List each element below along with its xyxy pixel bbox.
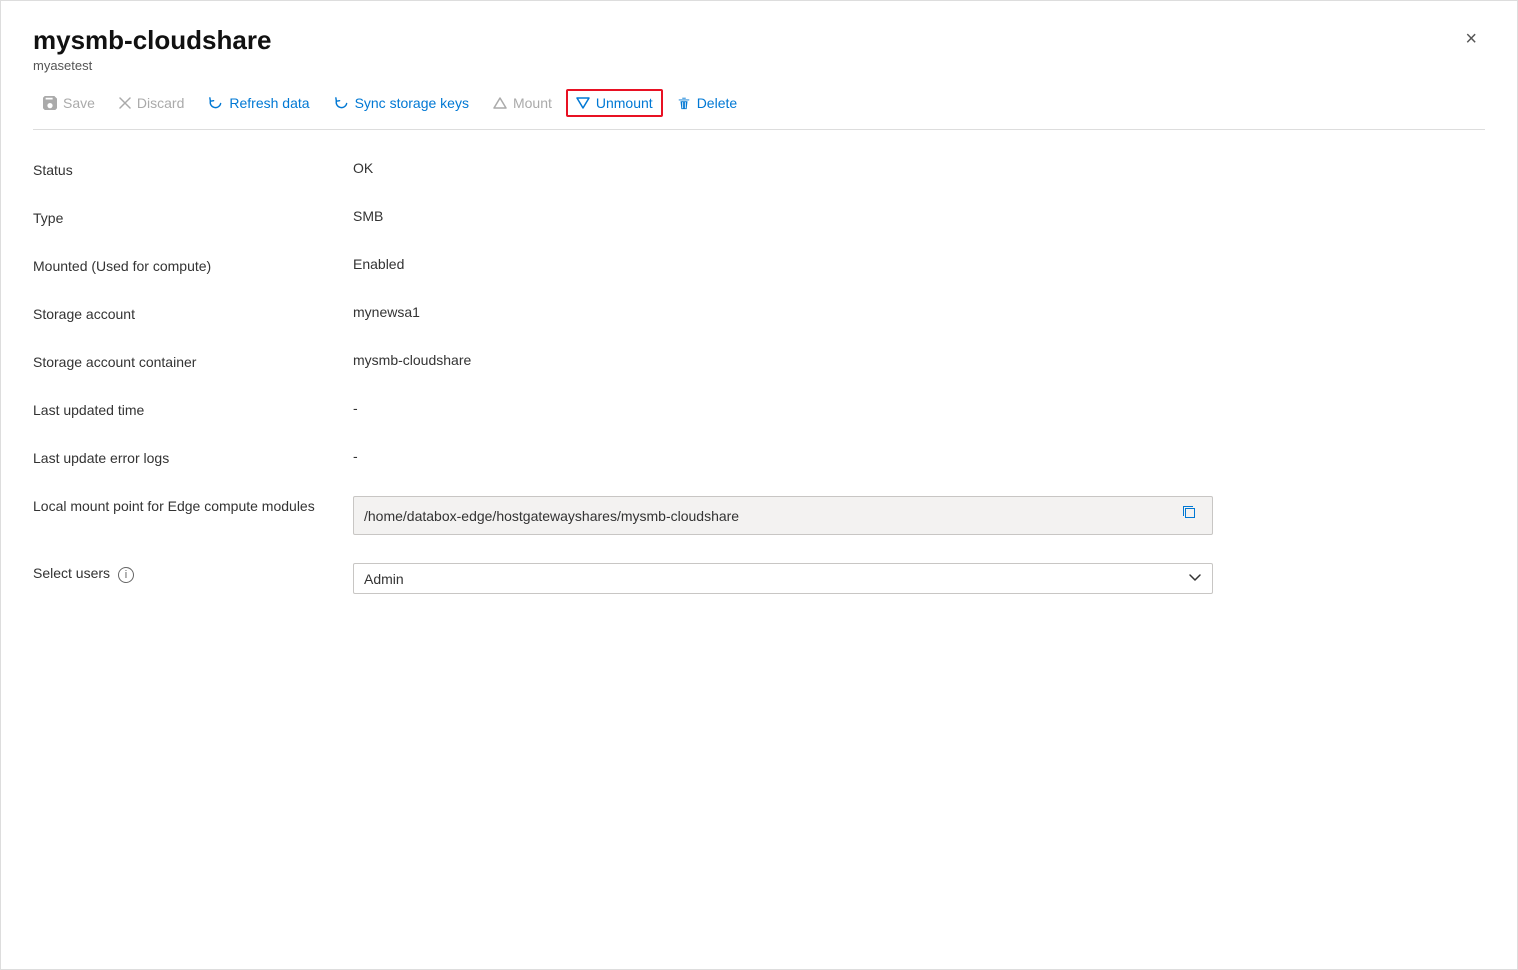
save-icon bbox=[43, 96, 57, 110]
field-row-5: Last updated time- bbox=[33, 386, 1485, 434]
field-label-8: Select users i bbox=[33, 563, 353, 583]
info-icon-8[interactable]: i bbox=[118, 567, 134, 583]
sync-button[interactable]: Sync storage keys bbox=[324, 89, 479, 117]
field-label-7: Local mount point for Edge compute modul… bbox=[33, 496, 353, 514]
delete-button[interactable]: Delete bbox=[667, 89, 747, 117]
discard-label: Discard bbox=[137, 95, 184, 111]
refresh-button[interactable]: Refresh data bbox=[198, 89, 319, 117]
field-label-3: Storage account bbox=[33, 304, 353, 322]
sync-label: Sync storage keys bbox=[355, 95, 469, 111]
unmount-button[interactable]: Unmount bbox=[566, 89, 663, 117]
field-row-4: Storage account containermysmb-cloudshar… bbox=[33, 338, 1485, 386]
field-row-2: Mounted (Used for compute)Enabled bbox=[33, 242, 1485, 290]
toolbar: Save Discard Refresh data Sync storage k… bbox=[33, 77, 1485, 130]
mount-button[interactable]: Mount bbox=[483, 89, 562, 117]
content-area: StatusOKTypeSMBMounted (Used for compute… bbox=[33, 130, 1485, 624]
copy-button-7[interactable] bbox=[1178, 503, 1202, 528]
unmount-icon bbox=[576, 96, 590, 110]
panel-title: mysmb-cloudshare bbox=[33, 25, 271, 56]
field-value-6: - bbox=[353, 448, 1485, 464]
mount-icon bbox=[493, 96, 507, 110]
refresh-label: Refresh data bbox=[229, 95, 309, 111]
field-row-3: Storage accountmynewsa1 bbox=[33, 290, 1485, 338]
field-row-1: TypeSMB bbox=[33, 194, 1485, 242]
field-value-8[interactable]: Admin bbox=[353, 563, 1485, 594]
field-value-7: /home/databox-edge/hostgatewayshares/mys… bbox=[353, 496, 1485, 535]
main-panel: mysmb-cloudshare myasetest × Save Discar… bbox=[0, 0, 1518, 970]
field-value-4: mysmb-cloudshare bbox=[353, 352, 1485, 368]
field-label-5: Last updated time bbox=[33, 400, 353, 418]
title-group: mysmb-cloudshare myasetest bbox=[33, 25, 271, 73]
unmount-label: Unmount bbox=[596, 95, 653, 111]
discard-button[interactable]: Discard bbox=[109, 89, 194, 117]
field-value-5: - bbox=[353, 400, 1485, 416]
field-label-0: Status bbox=[33, 160, 353, 178]
delete-icon bbox=[677, 96, 691, 110]
chevron-down-icon bbox=[1188, 570, 1202, 587]
sync-icon bbox=[334, 96, 349, 111]
close-icon: × bbox=[1465, 28, 1477, 50]
field-value-1: SMB bbox=[353, 208, 1485, 224]
field-value-0: OK bbox=[353, 160, 1485, 176]
save-label: Save bbox=[63, 95, 95, 111]
copy-icon bbox=[1182, 505, 1198, 521]
field-value-3: mynewsa1 bbox=[353, 304, 1485, 320]
field-value-2: Enabled bbox=[353, 256, 1485, 272]
field-row-8: Select users iAdmin bbox=[33, 549, 1485, 608]
field-label-4: Storage account container bbox=[33, 352, 353, 370]
mount-label: Mount bbox=[513, 95, 552, 111]
save-button[interactable]: Save bbox=[33, 89, 105, 117]
field-row-0: StatusOK bbox=[33, 146, 1485, 194]
field-row-7: Local mount point for Edge compute modul… bbox=[33, 482, 1485, 549]
field-label-1: Type bbox=[33, 208, 353, 226]
field-row-6: Last update error logs- bbox=[33, 434, 1485, 482]
discard-icon bbox=[119, 97, 131, 109]
field-label-2: Mounted (Used for compute) bbox=[33, 256, 353, 274]
readonly-input-7: /home/databox-edge/hostgatewayshares/mys… bbox=[353, 496, 1213, 535]
select-field-8[interactable]: Admin bbox=[353, 563, 1213, 594]
close-button[interactable]: × bbox=[1457, 25, 1485, 53]
delete-label: Delete bbox=[697, 95, 737, 111]
panel-subtitle: myasetest bbox=[33, 58, 271, 73]
panel-header: mysmb-cloudshare myasetest × bbox=[33, 25, 1485, 73]
field-label-6: Last update error logs bbox=[33, 448, 353, 466]
refresh-icon bbox=[208, 96, 223, 111]
